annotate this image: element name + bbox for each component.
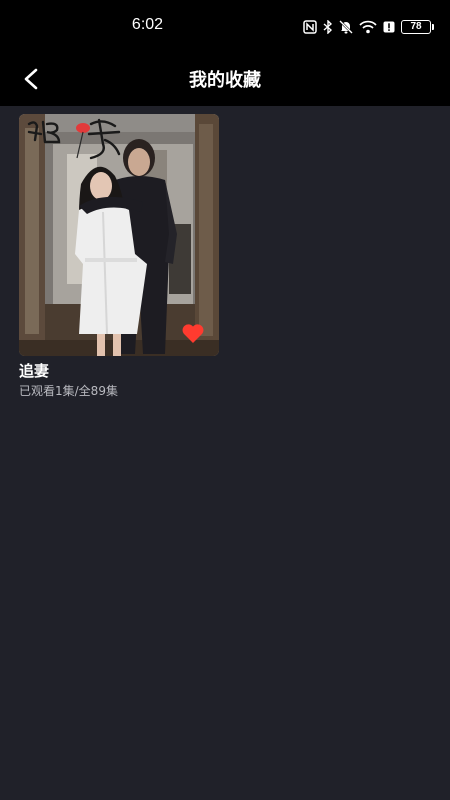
heart-icon[interactable] [181,322,205,344]
wifi-icon [359,20,377,34]
status-time: 6:02 [131,16,164,33]
drama-title: 追妻 [19,362,50,380]
alert-icon [383,21,395,33]
mute-icon [339,20,353,34]
poster-image [19,114,219,356]
favorite-card[interactable]: 追妻 已观看1集/全89集 [19,114,219,400]
nfc-icon [303,20,317,34]
status-bar: 6:02 78 [0,0,450,52]
status-icons: 78 [303,17,434,37]
page-title: 我的收藏 [189,70,261,91]
battery-level: 78 [401,20,431,34]
poster-thumbnail[interactable] [19,114,219,356]
bluetooth-icon [323,20,333,34]
watch-progress: 已观看1集/全89集 [19,384,118,398]
app-header: 我的收藏 [0,52,450,106]
battery-icon: 78 [401,20,434,34]
